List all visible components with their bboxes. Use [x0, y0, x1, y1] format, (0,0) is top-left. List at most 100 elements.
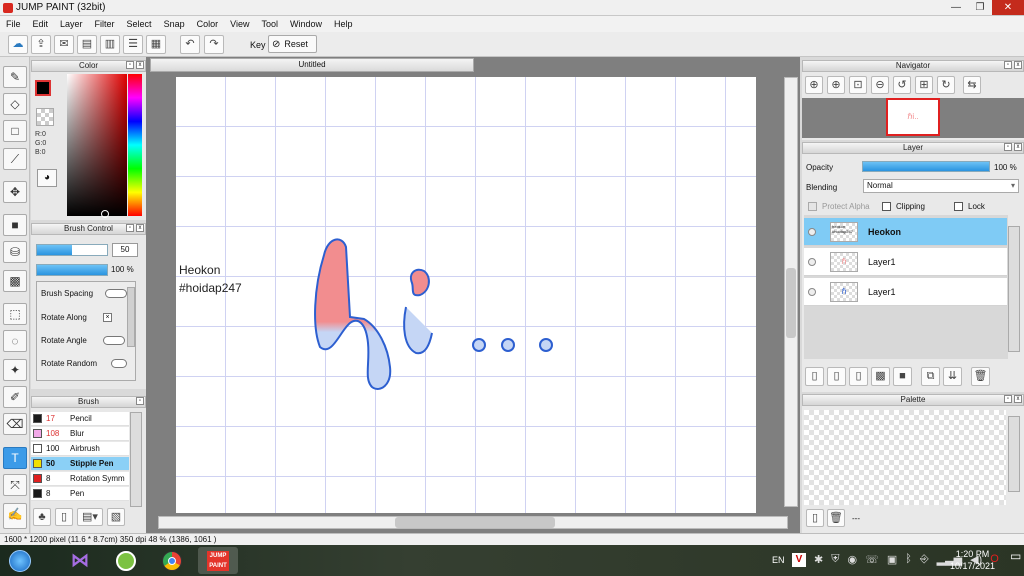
brush-tool-icon[interactable]: ✎ — [3, 66, 27, 88]
line-tool-icon[interactable]: ⟋ — [3, 148, 27, 170]
notification-icon[interactable]: ▭ — [1010, 549, 1021, 563]
layer-row[interactable]: ℏ Layer1 — [804, 248, 1007, 276]
folder-icon[interactable]: ■ — [893, 367, 912, 386]
vivaldi-tray-icon[interactable]: V — [792, 553, 806, 567]
maximize-button[interactable]: ❐ — [968, 0, 992, 15]
opacity-slider[interactable] — [36, 264, 108, 276]
fit-icon[interactable]: ⊡ — [849, 76, 867, 94]
palette-delete-icon[interactable]: 🗑 — [827, 509, 845, 527]
menu-layer[interactable]: Layer — [54, 19, 89, 29]
menu-edit[interactable]: Edit — [27, 19, 55, 29]
text-tool-icon[interactable]: T — [3, 447, 27, 469]
document-icon[interactable]: ▥ — [100, 35, 120, 54]
visibility-eye-icon[interactable] — [808, 258, 816, 266]
chrome-icon[interactable] — [152, 547, 192, 574]
magic-wand-icon[interactable]: ✦ — [3, 359, 27, 381]
tray-phone-icon[interactable]: ☏ — [865, 553, 879, 566]
float-icon[interactable]: ▫ — [1004, 143, 1012, 151]
float-icon[interactable]: ▫ — [1004, 395, 1012, 403]
close-button[interactable]: ✕ — [992, 0, 1024, 15]
rotate-angle-toggle[interactable] — [103, 336, 125, 345]
merge-layer-icon[interactable]: ⇊ — [943, 367, 962, 386]
layer-row[interactable]: ℏ Layer1 — [804, 278, 1007, 306]
zoom-in-icon[interactable]: ⊕ — [805, 76, 823, 94]
float-icon[interactable]: ▫ — [126, 224, 134, 232]
rotate-right-icon[interactable]: ↻ — [937, 76, 955, 94]
saturation-value-picker[interactable] — [67, 74, 127, 216]
list-icon[interactable]: ☰ — [123, 35, 143, 54]
new-layer-icon[interactable]: ▯ — [805, 367, 824, 386]
start-button[interactable] — [2, 547, 38, 574]
size-slider[interactable] — [36, 244, 108, 256]
brush-spacing-toggle[interactable] — [105, 289, 127, 298]
app-green-icon[interactable] — [106, 547, 146, 574]
float-icon[interactable]: ▫ — [1004, 61, 1012, 69]
layer-opacity-slider[interactable] — [862, 161, 990, 172]
palette-swatches[interactable] — [804, 410, 1006, 505]
reset-button[interactable]: ⊘ Reset — [268, 35, 317, 53]
horizontal-scrollbar[interactable] — [158, 516, 788, 529]
navigator-preview[interactable]: ℏi.. — [886, 98, 940, 136]
vertical-scroll-thumb[interactable] — [786, 268, 796, 338]
select-eraser-icon[interactable]: ⌫ — [3, 413, 27, 435]
menu-snap[interactable]: Snap — [158, 19, 191, 29]
brush-row[interactable]: 50 Stipple Pen — [31, 457, 129, 471]
layer-list-scrollbar[interactable] — [1008, 226, 1020, 352]
minimize-button[interactable]: — — [944, 0, 968, 15]
brush-list-scrollbar[interactable] — [130, 412, 142, 507]
zoom-out-icon[interactable]: ⊖ — [871, 76, 889, 94]
horizontal-scroll-thumb[interactable] — [395, 517, 555, 528]
brush-row[interactable]: 108 Blur — [31, 427, 129, 441]
flip-icon[interactable]: ⇆ — [963, 76, 981, 94]
new-brush-icon[interactable]: ▯ — [55, 508, 73, 526]
duplicate-layer-icon[interactable]: ⧉ — [921, 367, 940, 386]
comment-icon[interactable]: ✉ — [54, 35, 74, 54]
menu-filter[interactable]: Filter — [89, 19, 121, 29]
clipping-checkbox[interactable] — [882, 202, 891, 211]
rotate-left-icon[interactable]: ↺ — [893, 76, 911, 94]
brush-row[interactable]: 17 Pencil — [31, 412, 129, 426]
menu-help[interactable]: Help — [328, 19, 359, 29]
float-icon[interactable]: ▫ — [126, 61, 134, 69]
brush-row[interactable]: 8 Pen — [31, 487, 129, 501]
eyedropper-icon[interactable]: ✍ — [3, 503, 27, 529]
menu-window[interactable]: Window — [284, 19, 328, 29]
brush-row[interactable]: 100 Airbrush — [31, 442, 129, 456]
document-tab[interactable]: Untitled — [150, 58, 474, 72]
language-indicator[interactable]: EN — [772, 555, 785, 565]
delete-layer-icon[interactable]: 🗑 — [971, 367, 990, 386]
select-rect-icon[interactable]: ⬚ — [3, 303, 27, 325]
fill-rect-tool-icon[interactable]: ■ — [3, 214, 27, 236]
tray-app-icon[interactable]: ✱ — [814, 553, 823, 566]
menu-file[interactable]: File — [0, 19, 27, 29]
palette-icon[interactable]: ◕ — [37, 169, 57, 187]
select-pen-icon[interactable]: ✐ — [3, 386, 27, 408]
cloud-icon[interactable]: ☁ — [8, 35, 28, 54]
reset-view-icon[interactable]: ⊞ — [915, 76, 933, 94]
visibility-eye-icon[interactable] — [808, 228, 816, 236]
menu-color[interactable]: Color — [191, 19, 225, 29]
rotate-along-checkbox[interactable]: × — [103, 313, 112, 322]
clock[interactable]: 1:20 PM 10/17/2021 — [950, 548, 995, 572]
new-layer-1bit-icon[interactable]: ▯ — [849, 367, 868, 386]
tray-usb-icon[interactable]: ⎆ — [920, 553, 929, 566]
tray-bluetooth-icon[interactable]: ᛒ — [905, 553, 912, 566]
palette-scrollbar[interactable] — [1008, 416, 1020, 492]
move-tool-icon[interactable]: ✥ — [3, 181, 27, 203]
transparent-swatch[interactable] — [36, 108, 54, 126]
tray-shield-icon[interactable]: ⛨ — [831, 553, 839, 566]
brush-row[interactable]: 8 Rotation Symm — [31, 472, 129, 486]
tray-notify-icon[interactable]: ▣ — [887, 553, 897, 566]
gradient-tool-icon[interactable]: ▩ — [3, 270, 27, 292]
new-palette-icon[interactable]: ▯ — [806, 509, 824, 527]
vertical-scrollbar[interactable] — [784, 77, 798, 507]
layer-row[interactable]: heokon #hoidap247 Heokon — [804, 218, 1007, 246]
visual-studio-icon[interactable]: ⋈ — [60, 547, 100, 574]
panel-close-icon[interactable]: x — [136, 61, 144, 69]
brush-settings-icon[interactable]: ▧ — [107, 508, 125, 526]
new-layer-8bit-icon[interactable]: ▯ — [827, 367, 846, 386]
operation-tool-icon[interactable]: ⤧ — [3, 474, 27, 496]
brush-add-icon[interactable]: ♣ — [33, 508, 51, 526]
panel-close-icon[interactable]: x — [1014, 61, 1022, 69]
bucket-tool-icon[interactable]: ⛁ — [3, 241, 27, 263]
